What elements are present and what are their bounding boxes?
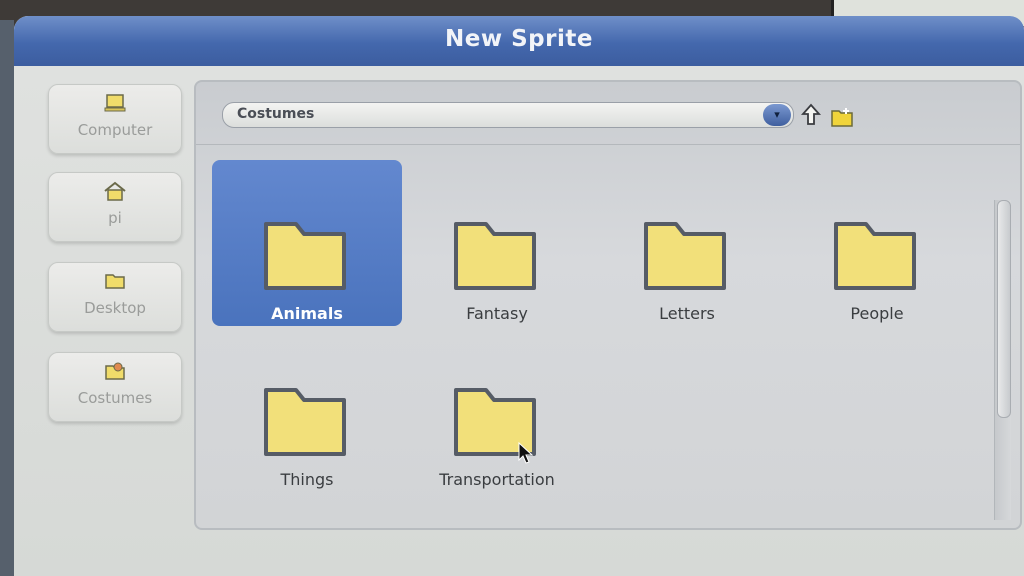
folder-label: Letters	[659, 304, 715, 323]
place-computer-button[interactable]: Computer	[48, 84, 182, 154]
file-browser-panel: Costumes ▾ Animals Fantasy Letters Peopl…	[194, 80, 1022, 530]
place-label: Desktop	[84, 299, 146, 317]
folder-icon	[644, 222, 726, 290]
folder-item-transportation[interactable]: Transportation	[402, 326, 592, 492]
folder-label: People	[850, 304, 904, 323]
vertical-scrollbar[interactable]	[994, 200, 1011, 520]
path-label: Costumes	[237, 106, 315, 122]
dialog-title: New Sprite	[445, 26, 593, 52]
folder-item-letters[interactable]: Letters	[592, 160, 782, 326]
folder-label: Transportation	[439, 470, 555, 489]
path-dropdown[interactable]: Costumes ▾	[222, 102, 794, 128]
computer-icon	[104, 94, 126, 112]
new-folder-icon[interactable]	[830, 106, 854, 128]
folder-item-people[interactable]: People	[782, 160, 972, 326]
mouse-cursor-icon	[518, 442, 534, 464]
background-left-strip	[0, 20, 14, 576]
folder-icon	[105, 274, 125, 289]
file-grid: Animals Fantasy Letters People Things Tr…	[212, 160, 982, 520]
new-sprite-dialog: New Sprite Computer pi Desktop Costumes …	[14, 16, 1024, 576]
chevron-down-icon[interactable]: ▾	[763, 104, 791, 126]
costumes-icon	[105, 362, 125, 380]
folder-item-things[interactable]: Things	[212, 326, 402, 492]
folder-label: Animals	[271, 304, 343, 323]
up-arrow-icon[interactable]	[800, 102, 822, 128]
dialog-titlebar[interactable]: New Sprite	[14, 16, 1024, 66]
folder-item-fantasy[interactable]: Fantasy	[402, 160, 592, 326]
home-icon	[104, 181, 126, 201]
place-label: Computer	[77, 121, 153, 139]
folder-icon	[454, 222, 536, 290]
place-costumes-button[interactable]: Costumes	[48, 352, 182, 422]
folder-label: Things	[280, 470, 334, 489]
folder-icon	[264, 222, 346, 290]
folder-icon	[264, 388, 346, 456]
place-label: Costumes	[77, 389, 153, 407]
place-pi-button[interactable]: pi	[48, 172, 182, 242]
place-label: pi	[108, 209, 122, 227]
folder-item-animals[interactable]: Animals	[212, 160, 402, 326]
browser-toolbar: Costumes ▾	[196, 82, 1020, 145]
place-desktop-button[interactable]: Desktop	[48, 262, 182, 332]
folder-icon	[834, 222, 916, 290]
scrollbar-thumb[interactable]	[997, 200, 1011, 418]
folder-label: Fantasy	[466, 304, 528, 323]
